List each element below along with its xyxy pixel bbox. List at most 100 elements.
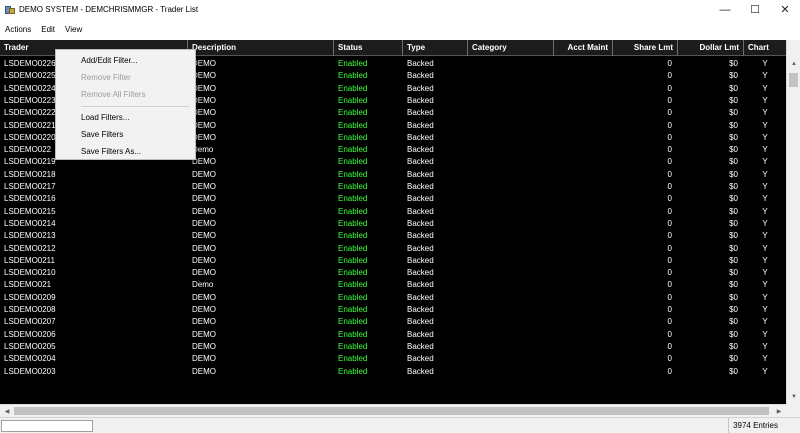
menu-actions[interactable]: Actions — [0, 25, 36, 34]
cell-category — [468, 279, 554, 291]
table-row[interactable]: LSDEMO0216 DEMO Enabled Backed 0 $0 Y — [0, 193, 786, 205]
cell-dollar-lmt: $0 — [729, 59, 738, 68]
menu-item-save-filters[interactable]: Save Filters — [56, 126, 195, 143]
table-row[interactable]: LSDEMO0218 DEMO Enabled Backed 0 $0 Y — [0, 169, 786, 181]
cell-share-lmt: 0 — [667, 145, 672, 155]
cell-category — [468, 181, 554, 193]
cell-acct-maint — [554, 230, 613, 242]
cell-acct-maint — [554, 353, 613, 365]
entries-count: 3974 Entries — [728, 418, 778, 433]
status-bar: 3974 Entries — [0, 417, 800, 433]
vertical-scroll-thumb[interactable] — [789, 73, 798, 87]
cell-acct-maint — [554, 243, 613, 255]
vertical-scrollbar[interactable]: ▲ ▼ — [786, 40, 800, 404]
cell-type: Backed — [407, 354, 434, 364]
cell-type: Backed — [407, 157, 434, 167]
close-icon: ✕ — [780, 4, 790, 16]
cell-type: Backed — [407, 341, 434, 351]
scroll-down-icon[interactable]: ▼ — [787, 390, 800, 404]
menu-item-remove-all-filters[interactable]: Remove All Filters — [56, 86, 195, 103]
menu-edit[interactable]: Edit — [36, 25, 60, 34]
cell-type: Backed — [407, 145, 434, 155]
table-row[interactable]: LSDEMO0214 DEMO Enabled Backed 0 $0 Y — [0, 218, 786, 230]
cell-share-lmt: 0 — [667, 182, 672, 191]
cell-category — [468, 292, 554, 304]
cell-status: Enabled — [338, 341, 368, 351]
cell-dollar-lmt: $0 — [729, 317, 738, 327]
scrollbar-corner — [786, 404, 800, 417]
window-title: DEMO SYSTEM - DEMCHRISMMGR - Trader List — [19, 5, 199, 14]
table-row[interactable]: LSDEMO0213 DEMO Enabled Backed 0 $0 Y — [0, 230, 786, 242]
cell-status: Enabled — [338, 255, 368, 265]
table-row[interactable]: LSDEMO0205 DEMO Enabled Backed 0 $0 Y — [0, 341, 786, 353]
cell-chart: Y — [762, 366, 768, 376]
column-header-acct-maint[interactable]: Acct Maint — [554, 40, 613, 56]
cell-description: DEMO — [192, 231, 216, 241]
cell-status: Enabled — [338, 83, 368, 93]
cell-dollar-lmt: $0 — [729, 280, 738, 290]
cell-dollar-lmt: $0 — [729, 120, 738, 130]
cell-description: DEMO — [192, 83, 216, 93]
cell-share-lmt: 0 — [667, 280, 672, 290]
cell-description: DEMO — [192, 317, 216, 327]
cell-acct-maint — [554, 156, 613, 168]
cell-status: Enabled — [338, 231, 368, 241]
cell-acct-maint — [554, 292, 613, 304]
column-header-status[interactable]: Status — [334, 40, 403, 56]
cell-description: DEMO — [192, 182, 216, 191]
horizontal-scroll-thumb[interactable] — [14, 407, 769, 415]
menu-bar: Actions Edit View — [0, 19, 800, 40]
cell-chart: Y — [762, 182, 768, 191]
cell-dollar-lmt: $0 — [729, 169, 738, 179]
table-row[interactable]: LSDEMO0209 DEMO Enabled Backed 0 $0 Y — [0, 292, 786, 304]
column-header-chart[interactable]: Chart — [744, 40, 786, 56]
menu-item-remove-filter[interactable]: Remove Filter — [56, 69, 195, 86]
cell-type: Backed — [407, 317, 434, 327]
cell-type: Backed — [407, 292, 434, 302]
cell-chart: Y — [762, 280, 768, 290]
maximize-button[interactable]: ☐ — [740, 0, 770, 19]
menu-item-add-edit-filter[interactable]: Add/Edit Filter... — [56, 52, 195, 69]
table-row[interactable]: LSDEMO0207 DEMO Enabled Backed 0 $0 Y — [0, 316, 786, 328]
table-row[interactable]: LSDEMO021 Demo Enabled Backed 0 $0 Y — [0, 279, 786, 291]
cell-description: Demo — [192, 280, 214, 290]
cell-status: Enabled — [338, 243, 368, 253]
cell-description: DEMO — [192, 366, 216, 376]
cell-description: DEMO — [192, 59, 216, 68]
menu-view[interactable]: View — [60, 25, 87, 34]
cell-acct-maint — [554, 267, 613, 279]
cell-share-lmt: 0 — [667, 132, 672, 142]
menu-item-load-filters[interactable]: Load Filters... — [56, 109, 195, 126]
menu-item-save-filters-as[interactable]: Save Filters As... — [56, 143, 195, 160]
column-header-description[interactable]: Description — [188, 40, 334, 56]
status-input-field[interactable] — [1, 420, 93, 432]
column-header-category[interactable]: Category — [468, 40, 554, 56]
cell-status: Enabled — [338, 206, 368, 216]
minimize-button[interactable]: — — [710, 0, 740, 19]
table-row[interactable]: LSDEMO0208 DEMO Enabled Backed 0 $0 Y — [0, 304, 786, 316]
table-row[interactable]: LSDEMO0215 DEMO Enabled Backed 0 $0 Y — [0, 206, 786, 218]
cell-type: Backed — [407, 268, 434, 278]
column-header-dollar-lmt[interactable]: Dollar Lmt — [678, 40, 744, 56]
horizontal-scrollbar[interactable]: ◀ ▶ — [0, 404, 786, 417]
table-row[interactable]: LSDEMO0212 DEMO Enabled Backed 0 $0 Y — [0, 243, 786, 255]
cell-chart: Y — [762, 231, 768, 241]
cell-acct-maint — [554, 279, 613, 291]
column-header-type[interactable]: Type — [403, 40, 468, 56]
table-row[interactable]: LSDEMO0210 DEMO Enabled Backed 0 $0 Y — [0, 267, 786, 279]
cell-category — [468, 230, 554, 242]
scroll-up-icon[interactable]: ▲ — [787, 57, 800, 71]
cell-description: DEMO — [192, 95, 216, 105]
cell-dollar-lmt: $0 — [729, 108, 738, 118]
table-row[interactable]: LSDEMO0211 DEMO Enabled Backed 0 $0 Y — [0, 255, 786, 267]
table-row[interactable]: LSDEMO0203 DEMO Enabled Backed 0 $0 Y — [0, 366, 786, 378]
cell-type: Backed — [407, 71, 434, 81]
close-button[interactable]: ✕ — [770, 0, 800, 19]
cell-dollar-lmt: $0 — [729, 132, 738, 142]
table-row[interactable]: LSDEMO0206 DEMO Enabled Backed 0 $0 Y — [0, 329, 786, 341]
table-row[interactable]: LSDEMO0204 DEMO Enabled Backed 0 $0 Y — [0, 353, 786, 365]
column-header-share-lmt[interactable]: Share Lmt — [613, 40, 678, 56]
cell-share-lmt: 0 — [667, 59, 672, 68]
table-row[interactable]: LSDEMO0217 DEMO Enabled Backed 0 $0 Y — [0, 181, 786, 193]
cell-acct-maint — [554, 58, 613, 70]
